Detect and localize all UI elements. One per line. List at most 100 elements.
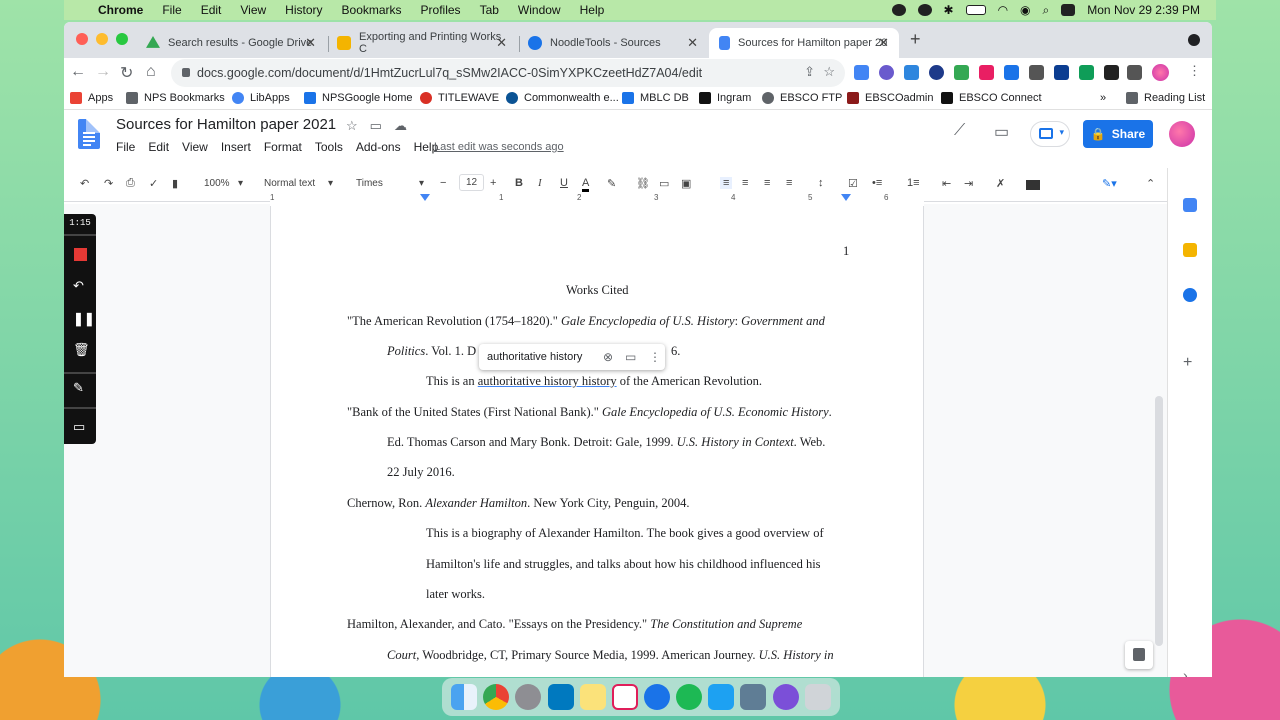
account-avatar[interactable]: [1169, 121, 1195, 147]
document-page[interactable]: 1 Works Cited "The American Revolution (…: [270, 204, 924, 677]
menubar-item-history[interactable]: History: [285, 3, 322, 17]
keep-icon[interactable]: [1183, 243, 1197, 257]
bookmark-commonwealth[interactable]: Commonwealth e...: [506, 92, 619, 104]
print-icon[interactable]: ⎙: [126, 177, 135, 190]
extension-icon[interactable]: [854, 65, 869, 80]
home-icon[interactable]: ⌂: [146, 63, 156, 81]
bookmark-titlewave[interactable]: TITLEWAVE: [420, 92, 499, 104]
tasks-icon[interactable]: [1183, 288, 1197, 302]
undo-icon[interactable]: ↶: [80, 177, 89, 190]
trello-icon[interactable]: [547, 684, 574, 710]
notes-icon[interactable]: [579, 684, 606, 710]
menubar-item-tab[interactable]: Tab: [480, 3, 499, 17]
font-select[interactable]: Times: [356, 178, 383, 189]
chrome-menu-icon[interactable]: ⋮: [1188, 63, 1201, 79]
collapse-menus-icon[interactable]: ⌃: [1146, 177, 1155, 190]
decrease-font-size-icon[interactable]: −: [440, 177, 446, 189]
system-preferences-icon[interactable]: [515, 684, 542, 710]
back-icon[interactable]: ←: [70, 63, 86, 81]
close-tab-icon[interactable]: ✕: [305, 35, 316, 51]
docs-menu-insert[interactable]: Insert: [221, 140, 251, 154]
insert-image-icon[interactable]: ▣: [681, 177, 691, 190]
bold-icon[interactable]: B: [515, 177, 523, 189]
share-page-icon[interactable]: ⇪: [804, 64, 815, 80]
highlight-color-icon[interactable]: ✎: [607, 177, 616, 190]
horizontal-ruler[interactable]: 1 1 2 3 4 5 6: [270, 192, 924, 206]
share-button[interactable]: 🔒 Share: [1083, 120, 1153, 148]
insert-link-icon[interactable]: ⛓: [636, 177, 650, 190]
spellcheck-icon[interactable]: ✓: [149, 177, 158, 190]
docs-menu-format[interactable]: Format: [264, 140, 302, 154]
reload-icon[interactable]: ↻: [120, 63, 133, 83]
smart-chip-popup[interactable]: authoritative history ⊗ ▭ ⋮: [479, 344, 665, 370]
draw-pen-icon[interactable]: ✎: [73, 380, 84, 396]
line-spacing-icon[interactable]: ↕: [818, 177, 824, 189]
extension-icon[interactable]: [904, 65, 919, 80]
menubar-item-bookmarks[interactable]: Bookmarks: [342, 3, 402, 17]
close-tab-icon[interactable]: ✕: [878, 35, 889, 51]
clear-formatting-icon[interactable]: ✗: [996, 177, 1005, 190]
google-docs-logo-icon[interactable]: [78, 119, 100, 149]
justify-icon[interactable]: ≡: [786, 177, 792, 189]
extension-icon[interactable]: [879, 65, 894, 80]
increase-font-size-icon[interactable]: +: [490, 177, 496, 189]
increase-indent-icon[interactable]: ⇥: [964, 177, 973, 190]
underline-icon[interactable]: U: [560, 177, 568, 189]
docs-menu-view[interactable]: View: [182, 140, 208, 154]
forward-icon[interactable]: →: [95, 63, 111, 81]
zoom-window-button[interactable]: [116, 33, 128, 45]
tab-noodletools[interactable]: NoodleTools - Sources ✕: [518, 28, 708, 58]
lock-icon[interactable]: [182, 68, 190, 77]
bulleted-list-icon[interactable]: •≡: [872, 177, 882, 189]
bookmark-ingram[interactable]: Ingram: [699, 92, 751, 104]
cloud-saved-icon[interactable]: ☁: [394, 118, 407, 134]
wifi-icon[interactable]: ◠: [998, 3, 1008, 17]
battery-icon[interactable]: [965, 5, 986, 15]
delete-icon[interactable]: 🗑: [73, 342, 90, 358]
comment-icon[interactable]: ▭: [625, 350, 636, 364]
bluetooth-icon[interactable]: ✱: [944, 3, 954, 17]
menubar-item-window[interactable]: Window: [518, 3, 561, 17]
smart-chip-text[interactable]: authoritative history history: [478, 374, 617, 388]
menubar-app-name[interactable]: Chrome: [98, 3, 143, 17]
close-window-button[interactable]: [76, 33, 88, 45]
move-folder-icon[interactable]: ▭: [370, 118, 382, 134]
profile-avatar[interactable]: [1152, 64, 1169, 81]
bookmark-reading-list[interactable]: Reading List: [1126, 92, 1205, 104]
address-bar[interactable]: docs.google.com/document/d/1HmtZucrLul7q…: [171, 59, 845, 87]
close-tab-icon[interactable]: ✕: [687, 35, 698, 51]
explore-button[interactable]: [1125, 641, 1153, 669]
align-left-icon[interactable]: ≡: [720, 177, 733, 189]
zoom-select[interactable]: 100%: [204, 178, 230, 189]
font-size-input[interactable]: 12: [459, 174, 485, 191]
paint-format-icon[interactable]: ▮: [172, 177, 178, 190]
app-icon[interactable]: [772, 684, 799, 710]
more-options-icon[interactable]: ⋮: [649, 350, 661, 364]
extensions-puzzle-icon[interactable]: [1127, 65, 1142, 80]
bookmark-libapps[interactable]: LibApps: [232, 92, 290, 104]
tab-google-drive[interactable]: Search results - Google Drive ✕: [136, 28, 326, 58]
bookmark-ebscoadmin[interactable]: EBSCOadmin: [847, 92, 933, 104]
input-tools-icon[interactable]: [1026, 180, 1040, 190]
extension-icon[interactable]: [1104, 65, 1119, 80]
extension-icon[interactable]: [1029, 65, 1044, 80]
document-title[interactable]: Sources for Hamilton paper 2021: [116, 116, 336, 133]
expand-panel-icon[interactable]: ›: [1183, 668, 1197, 677]
bookmark-apps[interactable]: Apps: [70, 92, 113, 104]
slack-icon[interactable]: [611, 684, 638, 710]
menubar-item-profiles[interactable]: Profiles: [421, 3, 461, 17]
add-addon-icon[interactable]: +: [1183, 355, 1197, 371]
bookmarks-overflow-icon[interactable]: »: [1100, 92, 1106, 104]
trash-icon[interactable]: [804, 684, 831, 710]
bookmark-mblc-db[interactable]: MBLC DB: [622, 92, 689, 104]
chrome-icon[interactable]: [483, 684, 510, 710]
bookmark-star-icon[interactable]: ☆: [823, 64, 835, 80]
tab-search-icon[interactable]: [1188, 34, 1200, 46]
extension-icon[interactable]: [929, 65, 944, 80]
calendar-icon[interactable]: [1183, 198, 1197, 212]
tab-exporting-printing[interactable]: Exporting and Printing Works C ✕: [327, 28, 517, 58]
present-button[interactable]: ▾: [1030, 121, 1070, 147]
bookmark-ebsco-connect[interactable]: EBSCO Connect: [941, 92, 1042, 104]
align-right-icon[interactable]: ≡: [764, 177, 770, 189]
close-tab-icon[interactable]: ✕: [496, 35, 507, 51]
